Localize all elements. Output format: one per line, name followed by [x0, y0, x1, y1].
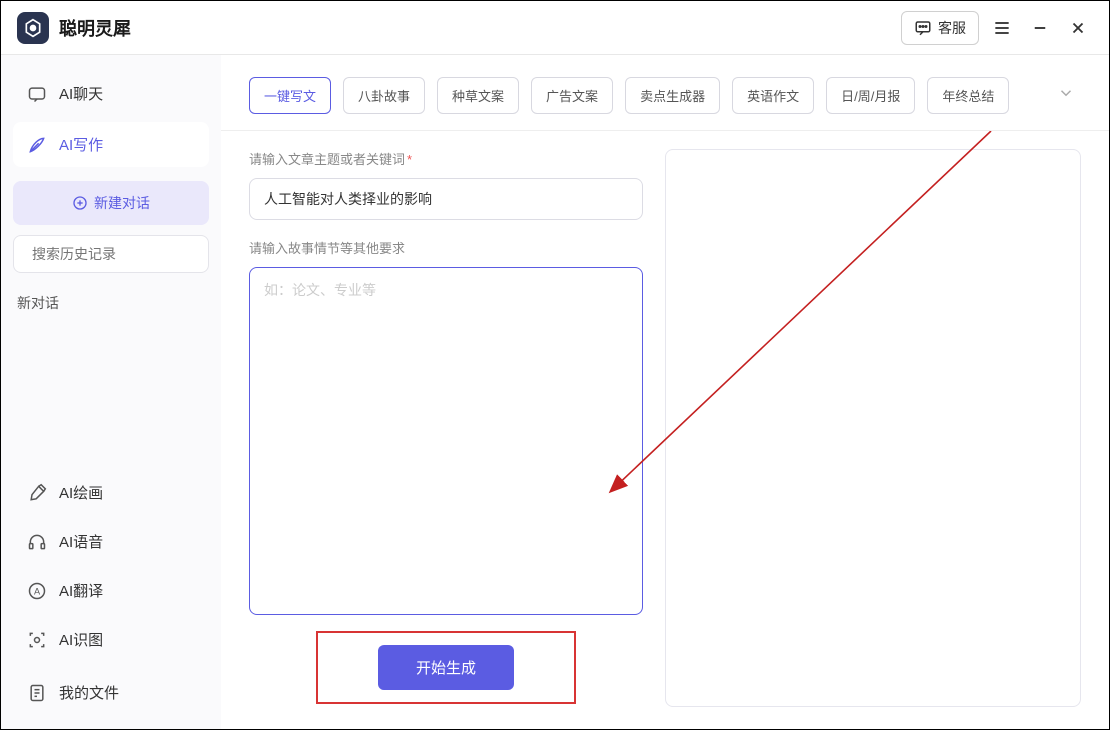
category-tab[interactable]: 种草文案	[437, 77, 519, 114]
app-title: 聪明灵犀	[59, 15, 131, 41]
sidebar-item-label: AI绘画	[59, 482, 103, 503]
brush-icon	[27, 483, 47, 503]
form-column: 请输入文章主题或者关键词* 请输入故事情节等其他要求 开始生成	[249, 149, 643, 707]
category-tab[interactable]: 八卦故事	[343, 77, 425, 114]
category-tab[interactable]: 年终总结	[927, 77, 1009, 114]
sidebar-item-ocr[interactable]: AI识图	[13, 617, 209, 662]
headphones-icon	[27, 532, 47, 552]
search-input-container[interactable]	[13, 235, 209, 273]
sidebar: AI聊天 AI写作 新建对话 新对话	[1, 55, 221, 729]
sidebar-item-label: AI聊天	[59, 83, 103, 104]
close-button[interactable]	[1063, 13, 1093, 43]
topic-field-label: 请输入文章主题或者关键词*	[249, 149, 643, 168]
category-tab[interactable]: 广告文案	[531, 77, 613, 114]
plus-circle-icon	[72, 195, 88, 211]
generate-highlight-box: 开始生成	[316, 631, 576, 704]
sidebar-item-label: 我的文件	[59, 682, 119, 703]
image-scan-icon	[27, 630, 47, 650]
main-content: 一键写文 八卦故事 种草文案 广告文案 卖点生成器 英语作文 日/周/月报 年终…	[221, 55, 1109, 729]
translate-icon: A	[27, 581, 47, 601]
sidebar-item-chat[interactable]: AI聊天	[13, 71, 209, 116]
category-tab[interactable]: 一键写文	[249, 77, 331, 114]
sidebar-item-label: AI翻译	[59, 580, 103, 601]
chevron-down-icon	[1057, 84, 1075, 102]
search-input[interactable]	[32, 246, 213, 262]
category-tabs: 一键写文 八卦故事 种草文案 广告文案 卖点生成器 英语作文 日/周/月报 年终…	[221, 55, 1109, 131]
titlebar: 聪明灵犀 客服	[1, 1, 1109, 55]
new-conversation-label: 新建对话	[94, 193, 150, 213]
conversation-item[interactable]: 新对话	[17, 293, 205, 313]
document-icon	[27, 683, 47, 703]
category-tab[interactable]: 英语作文	[732, 77, 814, 114]
output-panel	[665, 149, 1081, 707]
chat-icon	[914, 19, 932, 37]
detail-field-label: 请输入故事情节等其他要求	[249, 238, 643, 257]
category-tab[interactable]: 日/周/月报	[826, 77, 915, 114]
detail-textarea[interactable]	[249, 267, 643, 615]
sidebar-item-label: AI语音	[59, 531, 103, 552]
generate-button[interactable]: 开始生成	[378, 645, 514, 690]
support-button[interactable]: 客服	[901, 11, 979, 45]
sidebar-item-myfiles[interactable]: 我的文件	[13, 672, 209, 713]
sidebar-item-voice[interactable]: AI语音	[13, 519, 209, 564]
app-logo	[17, 12, 49, 44]
sidebar-item-writing[interactable]: AI写作	[13, 122, 209, 167]
chat-bubble-icon	[27, 84, 47, 104]
sidebar-item-translate[interactable]: A AI翻译	[13, 568, 209, 613]
minimize-button[interactable]	[1025, 13, 1055, 43]
topic-input[interactable]	[249, 178, 643, 220]
category-tab[interactable]: 卖点生成器	[625, 77, 720, 114]
new-conversation-button[interactable]: 新建对话	[13, 181, 209, 225]
feather-icon	[27, 135, 47, 155]
sidebar-item-label: AI写作	[59, 134, 103, 155]
sidebar-item-label: AI识图	[59, 629, 103, 650]
support-label: 客服	[938, 18, 966, 38]
svg-text:A: A	[34, 586, 41, 596]
sidebar-item-drawing[interactable]: AI绘画	[13, 470, 209, 515]
menu-icon[interactable]	[987, 13, 1017, 43]
expand-categories-button[interactable]	[1051, 78, 1081, 113]
